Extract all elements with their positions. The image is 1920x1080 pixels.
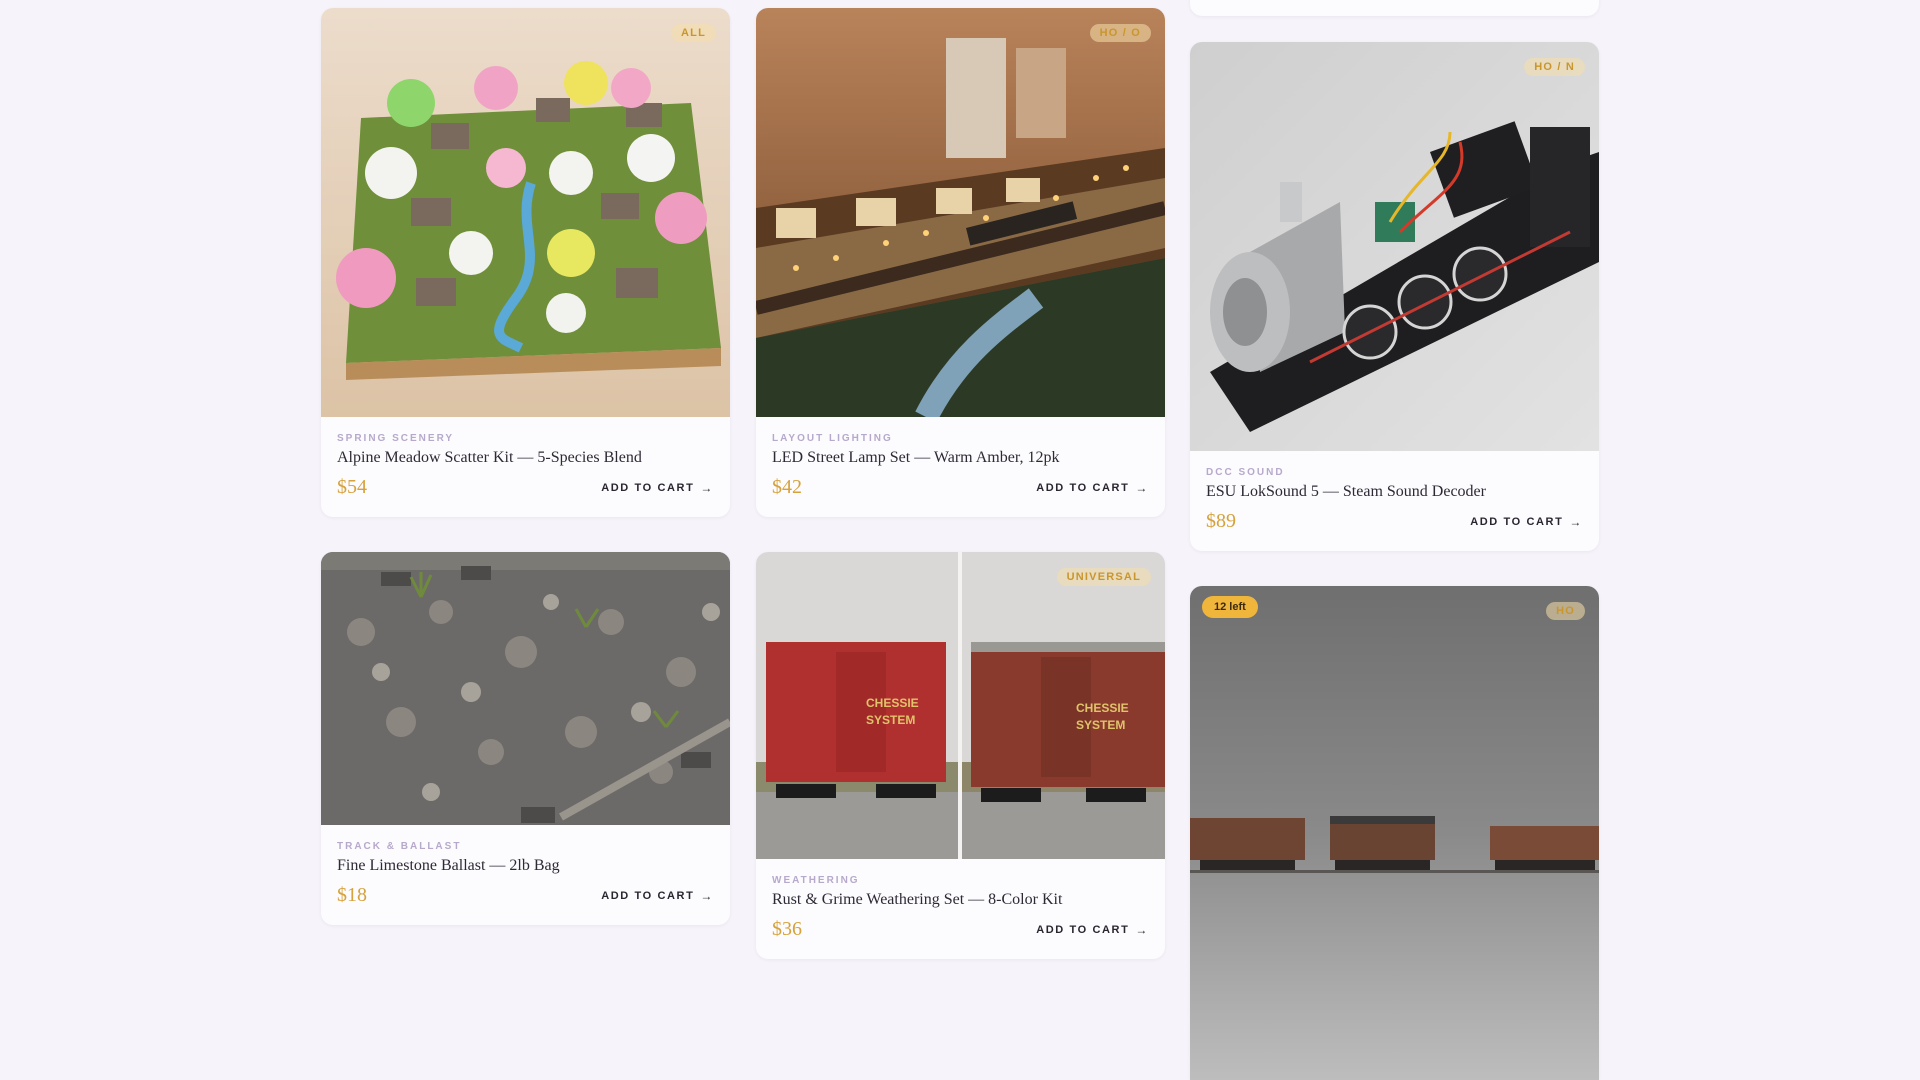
product-image[interactable]: CHESSIE SYSTEM CHESSIE SYSTEM UNIVERSAL	[756, 552, 1165, 859]
scale-badge: HO / N	[1524, 58, 1585, 76]
add-to-cart-label: ADD TO CART	[1036, 481, 1130, 494]
product-image[interactable]	[321, 552, 730, 825]
arrow-right-icon: →	[1135, 480, 1149, 495]
add-to-cart-button[interactable]: ADD TO CART →	[1036, 923, 1149, 937]
svg-text:CHESSIE: CHESSIE	[1076, 701, 1129, 715]
add-to-cart-label: ADD TO CART	[1470, 515, 1564, 528]
product-card[interactable]: ALL SPRING SCENERY Alpine Meadow Scatter…	[321, 8, 730, 517]
product-price: $36	[772, 918, 802, 940]
product-name[interactable]: ESU LokSound 5 — Steam Sound Decoder	[1206, 483, 1583, 501]
scale-badge: ALL	[671, 24, 716, 42]
product-card[interactable]: HO / O LAYOUT LIGHTING LED Street Lamp S…	[756, 8, 1165, 517]
svg-text:SYSTEM: SYSTEM	[866, 713, 915, 727]
add-to-cart-label: ADD TO CART	[601, 889, 695, 902]
ballast-closeup-image	[321, 552, 730, 825]
product-price: $18	[337, 884, 367, 906]
product-image[interactable]: ALL	[321, 8, 730, 417]
product-card[interactable]: CHESSIE SYSTEM CHESSIE SYSTEM UNIVERSAL WE…	[756, 552, 1165, 959]
arrow-right-icon: →	[700, 480, 714, 495]
product-image[interactable]: HO / O	[756, 8, 1165, 417]
product-name[interactable]: Rust & Grime Weathering Set — 8-Color Ki…	[772, 891, 1149, 909]
product-card[interactable]: 12 left HO	[1190, 586, 1599, 1080]
freight-cars-image	[1190, 586, 1599, 1080]
arrow-right-icon: →	[1135, 922, 1149, 937]
product-price: $89	[1206, 510, 1236, 532]
product-category: TRACK & BALLAST	[337, 841, 462, 852]
lit-village-layout-image	[756, 8, 1165, 417]
add-to-cart-label: ADD TO CART	[1036, 923, 1130, 936]
add-to-cart-button[interactable]: ADD TO CART →	[1470, 515, 1583, 529]
product-price: $54	[337, 476, 367, 498]
product-price: $42	[772, 476, 802, 498]
steam-locomotive-image	[1190, 42, 1599, 451]
add-to-cart-button[interactable]: ADD TO CART →	[601, 481, 714, 495]
svg-text:SYSTEM: SYSTEM	[1076, 718, 1125, 732]
product-image[interactable]: HO / N	[1190, 42, 1599, 451]
product-category: DCC SOUND	[1206, 467, 1285, 478]
product-category: SPRING SCENERY	[337, 433, 455, 444]
product-card[interactable]: HO / N DCC SOUND ESU LokSound 5 — Steam …	[1190, 42, 1599, 551]
product-name[interactable]: LED Street Lamp Set — Warm Amber, 12pk	[772, 449, 1149, 467]
product-category: LAYOUT LIGHTING	[772, 433, 893, 444]
product-name[interactable]: Fine Limestone Ballast — 2lb Bag	[337, 857, 714, 875]
arrow-right-icon: →	[1569, 514, 1583, 529]
product-category: WEATHERING	[772, 875, 860, 886]
product-card[interactable]: TRACK & BALLAST Fine Limestone Ballast —…	[321, 552, 730, 925]
boxcar-before-after-image: CHESSIE SYSTEM CHESSIE SYSTEM	[756, 552, 1165, 859]
scale-badge: HO / O	[1089, 24, 1151, 42]
scale-badge: UNIVERSAL	[1056, 568, 1151, 586]
scale-badge	[696, 568, 716, 574]
add-to-cart-button[interactable]: ADD TO CART →	[601, 889, 714, 903]
product-image[interactable]: 12 left HO	[1190, 586, 1599, 1080]
svg-text:CHESSIE: CHESSIE	[866, 696, 919, 710]
arrow-right-icon: →	[700, 888, 714, 903]
product-name[interactable]: Alpine Meadow Scatter Kit — 5-Species Bl…	[337, 449, 714, 467]
spring-diorama-image	[321, 8, 730, 417]
add-to-cart-button[interactable]: ADD TO CART →	[1036, 481, 1149, 495]
scale-badge: HO	[1546, 602, 1585, 620]
product-card-partial[interactable]	[1190, 0, 1599, 16]
stock-badge: 12 left	[1202, 596, 1258, 618]
add-to-cart-label: ADD TO CART	[601, 481, 695, 494]
